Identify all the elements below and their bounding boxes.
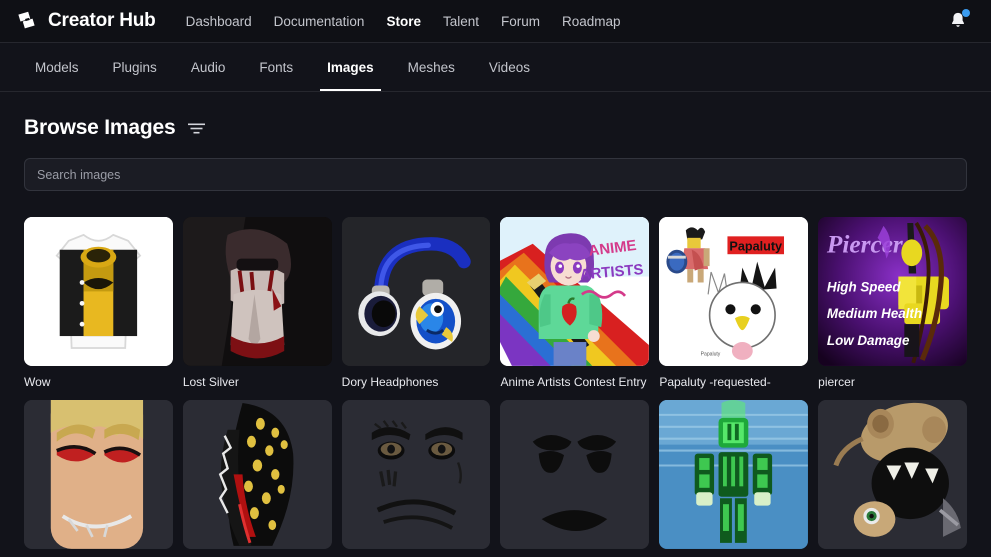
- thumbnail-black-gold-spotted-wing: [183, 400, 332, 549]
- tab-label: Videos: [489, 60, 530, 75]
- tab-plugins[interactable]: Plugins: [96, 43, 174, 91]
- creator-hub-logo-icon: [14, 9, 39, 34]
- tab-models[interactable]: Models: [18, 43, 96, 91]
- thumbnail-white-bird-papaluty: Papaluty Papaluty: [659, 217, 808, 366]
- filter-icon[interactable]: [188, 122, 205, 135]
- image-card[interactable]: Lost Silver: [183, 217, 332, 389]
- image-card[interactable]: [500, 400, 649, 557]
- image-card[interactable]: [24, 400, 173, 557]
- image-card-label: Dory Headphones: [342, 375, 491, 389]
- nav-item-forum[interactable]: Forum: [501, 14, 540, 29]
- svg-text:Piercer: Piercer: [826, 231, 904, 259]
- image-card-label: piercer: [818, 375, 967, 389]
- image-card[interactable]: [183, 400, 332, 557]
- page-title: Browse Images: [24, 116, 175, 140]
- image-results-grid: Wow Lost Silver: [0, 191, 991, 557]
- image-card[interactable]: [342, 400, 491, 557]
- svg-text:Medium Health: Medium Health: [827, 306, 922, 321]
- svg-text:High Speed: High Speed: [827, 279, 901, 294]
- notification-dot: [962, 9, 970, 17]
- image-card[interactable]: Piercer High Speed Medium Health Low Dam…: [818, 217, 967, 389]
- nav-item-store[interactable]: Store: [386, 14, 421, 29]
- image-card-label: Lost Silver: [183, 375, 332, 389]
- svg-text:Papaluty: Papaluty: [730, 239, 783, 253]
- svg-text:Low Damage: Low Damage: [827, 333, 910, 348]
- thumbnail-rat-creature: [818, 400, 967, 549]
- nav-item-roadmap[interactable]: Roadmap: [562, 14, 621, 29]
- thumbnail-angry-brows-face: [342, 400, 491, 549]
- thumbnail-simple-dark-face: [500, 400, 649, 549]
- image-card-label: Wow: [24, 375, 173, 389]
- image-card-label: Anime Artists Contest Entry: [500, 375, 649, 389]
- nav-item-documentation[interactable]: Documentation: [274, 14, 365, 29]
- image-card[interactable]: ANIME ARTISTS Anime Artists Contest Entr…: [500, 217, 649, 389]
- tab-label: Plugins: [113, 60, 157, 75]
- tab-label: Fonts: [259, 60, 293, 75]
- svg-text:Papaluty: Papaluty: [701, 351, 721, 357]
- image-card-label: Papaluty -requested-: [659, 375, 808, 389]
- image-card[interactable]: Wow: [24, 217, 173, 389]
- brand-name: Creator Hub: [48, 10, 156, 32]
- image-card[interactable]: [818, 400, 967, 557]
- tab-meshes[interactable]: Meshes: [391, 43, 472, 91]
- image-card[interactable]: [659, 400, 808, 557]
- tab-images[interactable]: Images: [310, 43, 391, 91]
- nav-item-talent[interactable]: Talent: [443, 14, 479, 29]
- tab-label: Meshes: [408, 60, 455, 75]
- image-card[interactable]: Papaluty Papaluty Papal: [659, 217, 808, 389]
- tab-videos[interactable]: Videos: [472, 43, 547, 91]
- search-input[interactable]: [24, 158, 967, 191]
- search-row: [0, 140, 991, 191]
- browse-header: Browse Images: [0, 92, 991, 140]
- tab-label: Models: [35, 60, 79, 75]
- thumbnail-dark-horror-character: [183, 217, 332, 366]
- image-card[interactable]: Dory Headphones: [342, 217, 491, 389]
- nav-item-dashboard[interactable]: Dashboard: [186, 14, 252, 29]
- thumbnail-purple-piercer-stats: Piercer High Speed Medium Health Low Dam…: [818, 217, 967, 366]
- notification-button[interactable]: [947, 10, 969, 32]
- main-navigation: Dashboard Documentation Store Talent For…: [186, 14, 621, 29]
- thumbnail-blue-dory-headphones: [342, 217, 491, 366]
- thumbnail-blonde-red-eyes-face: [24, 400, 173, 549]
- tab-fonts[interactable]: Fonts: [242, 43, 310, 91]
- thumbnail-anime-rainbow-artist: ANIME ARTISTS: [500, 217, 649, 366]
- thumbnail-green-glowing-robot: [659, 400, 808, 549]
- top-header-bar: Creator Hub Dashboard Documentation Stor…: [0, 0, 991, 43]
- thumbnail-tshirt-gold-black: [24, 217, 173, 366]
- category-tabs: Models Plugins Audio Fonts Images Meshes…: [0, 43, 991, 92]
- tab-label: Images: [327, 60, 374, 75]
- brand-logo[interactable]: Creator Hub: [14, 9, 156, 34]
- tab-label: Audio: [191, 60, 226, 75]
- tab-audio[interactable]: Audio: [174, 43, 243, 91]
